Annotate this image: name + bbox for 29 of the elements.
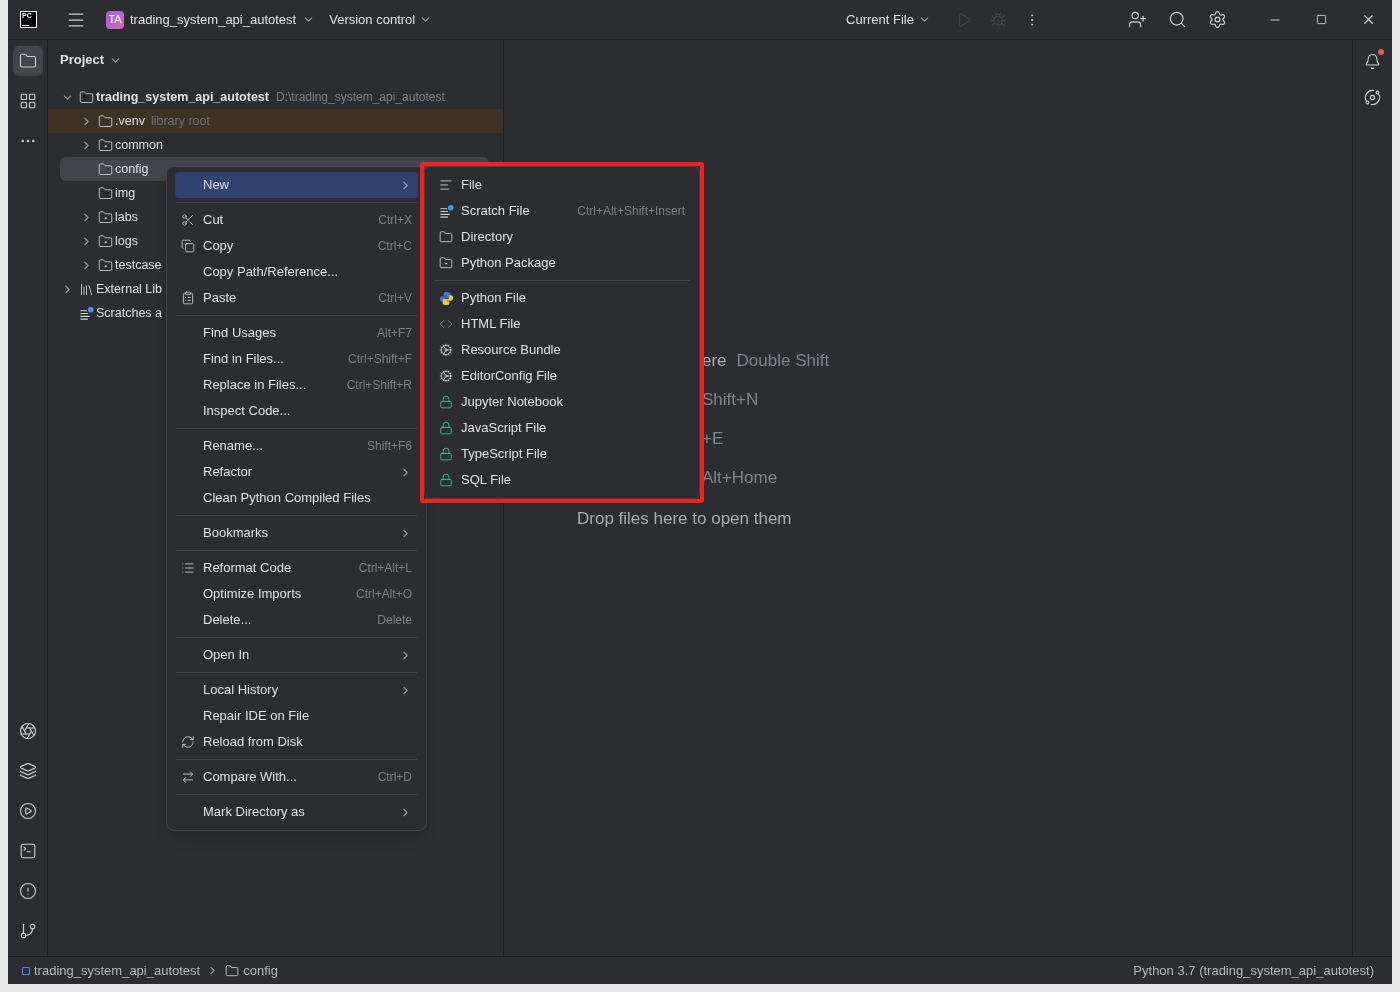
item-name: .venv: [115, 112, 145, 130]
hint-shortcut: Alt+Home: [702, 467, 778, 490]
item-name: Scratches a: [96, 304, 162, 322]
hint-shortcut: Double Shift: [736, 350, 830, 373]
item-name: img: [115, 184, 136, 202]
shortcut-text: Shift+F6: [366, 438, 412, 455]
item-name: logs: [115, 232, 138, 250]
item-name: External Lib: [96, 280, 162, 298]
item-name: testcase: [115, 256, 162, 274]
item-hint: library root: [150, 112, 210, 130]
shortcut-text: Ctrl+Alt+L: [358, 560, 412, 577]
shortcut-text: Ctrl+Alt+Shift+Insert: [577, 203, 685, 220]
shortcut-text: Ctrl+Shift+F: [347, 351, 412, 368]
shortcut-text: Ctrl+Shift+R: [346, 377, 412, 394]
shortcut-text: Ctrl+D: [377, 769, 412, 786]
item-name: common: [115, 136, 163, 154]
item-name: config: [115, 160, 149, 178]
shortcut-text: Alt+F7: [377, 325, 412, 342]
shortcut-text: Delete: [377, 612, 412, 629]
shortcut-text: Ctrl+X: [378, 212, 412, 229]
shortcut-text: Ctrl+C: [377, 238, 412, 255]
shortcut-text: Ctrl+Alt+O: [356, 586, 412, 603]
item-name: labs: [115, 208, 138, 226]
hint-shortcut: Shift+N: [702, 389, 759, 412]
drop-hint: Drop files here to open them: [577, 508, 792, 530]
item-name: trading_system_api_autotest: [96, 88, 269, 106]
item-path: D:\trading_system_api_autotest: [276, 89, 445, 106]
hint-shortcut: +E: [702, 428, 724, 451]
shortcut-text: Ctrl+V: [378, 290, 412, 307]
